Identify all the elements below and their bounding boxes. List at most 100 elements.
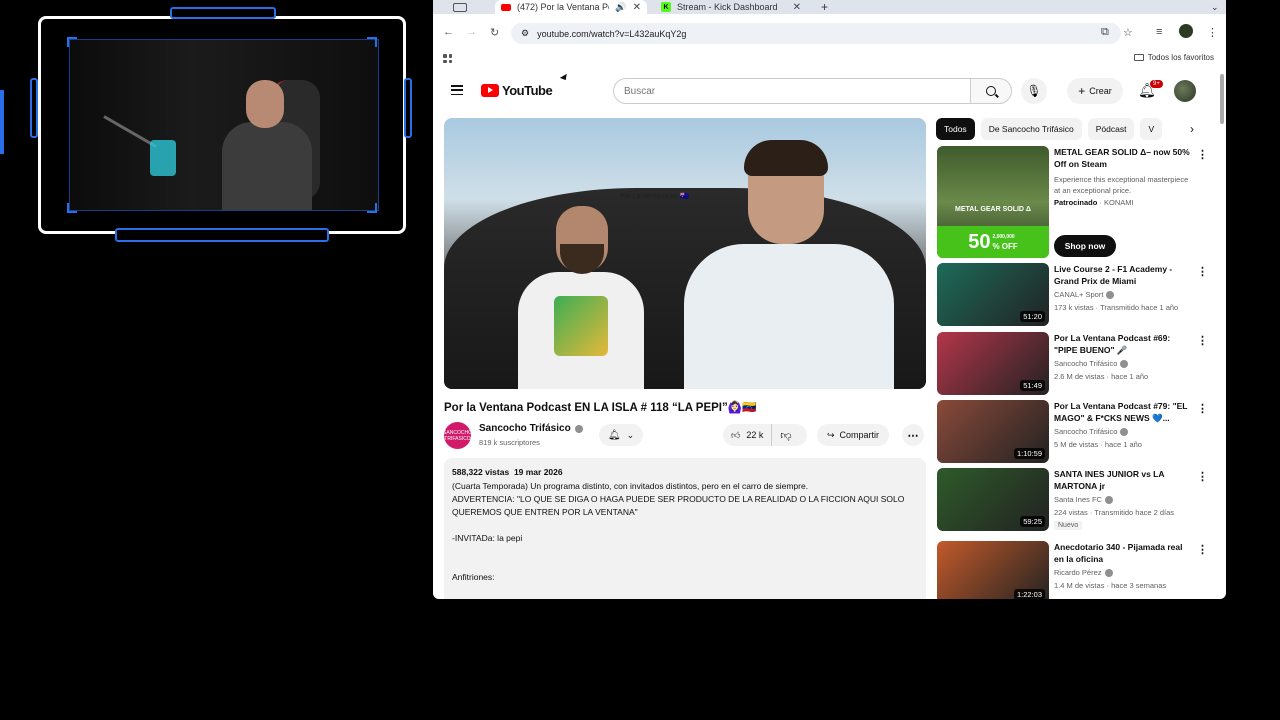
channel-avatar[interactable]: SANCOCHO TRIFASICO bbox=[443, 422, 472, 449]
ad-sponsor-line: Patrocinado · KONAMI bbox=[1054, 198, 1134, 207]
more-vertical-icon[interactable]: ⋮ bbox=[1197, 402, 1208, 415]
youtube-logo[interactable]: YouTube bbox=[481, 83, 553, 98]
bookmark-star-icon[interactable]: ☆ bbox=[1123, 26, 1133, 39]
recommended-channel[interactable]: Santa Ines FC bbox=[1054, 495, 1113, 504]
description-box[interactable]: 588,322 vistas 19 mar 2026 (Cuarta Tempo… bbox=[444, 458, 926, 599]
create-button[interactable]: + Crear bbox=[1067, 78, 1123, 104]
overlay-tab-bottom bbox=[115, 228, 329, 242]
chip-all[interactable]: Todos bbox=[936, 118, 975, 140]
thumbs-up-icon: 👍︎ bbox=[731, 429, 741, 440]
streamer bbox=[210, 70, 320, 210]
youtube-play-icon bbox=[481, 84, 499, 97]
recommended-channel[interactable]: Sancocho Trifásico bbox=[1054, 359, 1129, 368]
ad-thumbnail[interactable]: METAL GEAR SOLID Δ 50 2,000,000% OFF bbox=[937, 146, 1049, 258]
search-button[interactable] bbox=[970, 78, 1012, 104]
recommended-meta: 224 vistas · Transmitido hace 2 días bbox=[1054, 508, 1175, 517]
tab-list-chevron-icon[interactable]: ⌄ bbox=[1205, 0, 1223, 14]
close-icon[interactable]: ✕ bbox=[793, 2, 801, 13]
address-bar[interactable]: ⚙ youtube.com/watch?v=L432auKqY2g bbox=[511, 23, 1121, 44]
recommended-video[interactable]: 51:49 Por La Ventana Podcast #69: "PIPE B… bbox=[937, 332, 1208, 398]
chevron-right-icon[interactable]: › bbox=[1181, 118, 1203, 140]
recommended-title[interactable]: SANTA INES JUNIOR vs LA MARTONA jr bbox=[1054, 468, 1192, 492]
recommended-title[interactable]: Por La Ventana Podcast #69: "PIPE BUENO"… bbox=[1054, 332, 1192, 356]
apps-grid-icon[interactable] bbox=[443, 54, 452, 63]
microphone bbox=[150, 140, 176, 176]
video-thumbnail[interactable]: 51:49 bbox=[937, 332, 1049, 395]
channel-name[interactable]: Sancocho Trifásico bbox=[479, 423, 583, 434]
recommended-video[interactable]: 1:22:03 Anecdotario 340 - Pijamada real e… bbox=[937, 541, 1208, 599]
close-icon[interactable]: ✕ bbox=[633, 2, 641, 13]
profile-avatar[interactable] bbox=[1179, 24, 1193, 38]
screen: (472) Por la Ventana Podc 🔊 ✕ K Stream -… bbox=[0, 0, 1280, 720]
voice-search-button[interactable]: 🎙 bbox=[1021, 78, 1047, 104]
chevron-down-icon: ⌄ bbox=[626, 429, 635, 440]
dislike-button[interactable]: 👎︎ bbox=[772, 429, 799, 442]
ad-title[interactable]: METAL GEAR SOLID Δ– now 50% Off on Steam bbox=[1054, 146, 1192, 170]
thumbs-down-icon: 👎︎ bbox=[780, 429, 792, 442]
verified-icon bbox=[1120, 359, 1129, 368]
tab-search-button[interactable] bbox=[447, 0, 483, 14]
more-vertical-icon[interactable]: ⋮ bbox=[1197, 148, 1208, 161]
description-meta: 588,322 vistas 19 mar 2026 bbox=[452, 467, 563, 477]
recommended-title[interactable]: Anecdotario 340 - Pijamada real en la of… bbox=[1054, 541, 1192, 565]
account-avatar[interactable] bbox=[1174, 80, 1196, 102]
recommended-video[interactable]: 51:20 Live Course 2 - F1 Academy - Grand … bbox=[937, 263, 1208, 329]
search-input[interactable] bbox=[624, 85, 970, 97]
chip-more[interactable]: V bbox=[1140, 118, 1163, 140]
forward-arrow-icon[interactable]: → bbox=[466, 26, 477, 38]
subscription-button[interactable]: 🔔︎ ⌄ bbox=[599, 424, 643, 446]
more-actions-button[interactable]: ⋯ bbox=[902, 424, 924, 446]
video-title: Por la Ventana Podcast EN LA ISLA # 118 … bbox=[444, 402, 757, 414]
chip-channel[interactable]: De Sancocho Trifásico bbox=[980, 118, 1082, 140]
recommended-title[interactable]: Por La Ventana Podcast #79: "EL MAGO" & … bbox=[1054, 400, 1192, 424]
video-thumbnail[interactable]: 59:25 bbox=[937, 468, 1049, 531]
recommended-channel[interactable]: CANAL+ Sport bbox=[1054, 290, 1115, 299]
share-button[interactable]: ↪ Compartir bbox=[817, 424, 889, 446]
sponsored-ad[interactable]: METAL GEAR SOLID Δ 50 2,000,000% OFF MET… bbox=[937, 146, 1208, 260]
share-arrow-icon: ↪ bbox=[826, 429, 835, 440]
like-button[interactable]: 👍︎ 22 k bbox=[723, 424, 773, 446]
media-controls-icon[interactable]: ≡ bbox=[1156, 26, 1162, 38]
verified-icon bbox=[1104, 495, 1113, 504]
more-horizontal-icon: ⋯ bbox=[907, 429, 919, 442]
bookmarks-folder[interactable]: Todos los favoritos bbox=[1133, 53, 1214, 62]
speaker-icon[interactable]: 🔊 bbox=[615, 2, 626, 13]
description-line: Anfitriones: bbox=[452, 572, 495, 582]
video-duration: 51:49 bbox=[1020, 380, 1045, 391]
install-app-icon[interactable]: ⧉ bbox=[1101, 26, 1109, 39]
recommended-video[interactable]: 1:10:59 Por La Ventana Podcast #79: "EL M… bbox=[937, 400, 1208, 466]
site-settings-icon[interactable]: ⚙ bbox=[521, 28, 529, 39]
back-arrow-icon[interactable]: ← bbox=[443, 26, 454, 38]
host-right bbox=[684, 140, 894, 389]
chip-podcast[interactable]: Pódcast bbox=[1087, 118, 1135, 140]
new-tab-button[interactable]: + bbox=[815, 0, 835, 14]
more-vertical-icon[interactable]: ⋮ bbox=[1197, 543, 1208, 556]
video-caption: Por La Ventana en 🇦🇺 bbox=[620, 193, 689, 200]
frame-corner bbox=[67, 37, 77, 47]
notification-badge: 9+ bbox=[1150, 80, 1163, 88]
ad-discount-band: 50 2,000,000% OFF bbox=[937, 226, 1049, 258]
recommended-title[interactable]: Live Course 2 - F1 Academy - Grand Prix … bbox=[1054, 263, 1192, 287]
verified-icon bbox=[574, 424, 583, 433]
more-vertical-icon[interactable]: ⋮ bbox=[1197, 265, 1208, 278]
video-thumbnail[interactable]: 51:20 bbox=[937, 263, 1049, 326]
recommended-video[interactable]: 59:25 SANTA INES JUNIOR vs LA MARTONA jr ⋮… bbox=[937, 468, 1208, 534]
video-thumbnail[interactable]: 1:10:59 bbox=[937, 400, 1049, 463]
video-duration: 59:25 bbox=[1020, 516, 1045, 527]
more-vertical-icon[interactable]: ⋮ bbox=[1197, 334, 1208, 347]
more-vertical-icon[interactable]: ⋮ bbox=[1197, 470, 1208, 483]
video-thumbnail[interactable]: 1:22:03 bbox=[937, 541, 1049, 599]
menu-icon[interactable] bbox=[451, 85, 463, 95]
tab-youtube[interactable]: (472) Por la Ventana Podc 🔊 ✕ bbox=[495, 0, 647, 14]
search-box[interactable] bbox=[613, 78, 971, 104]
video-player[interactable]: Por La Ventana en 🇦🇺 bbox=[444, 118, 926, 389]
reload-icon[interactable]: ↻ bbox=[490, 26, 499, 39]
recommended-channel[interactable]: Sancocho Trifásico bbox=[1054, 427, 1129, 436]
tab-kick[interactable]: K Stream - Kick Dashboard ✕ bbox=[655, 0, 807, 14]
mic-arm bbox=[103, 115, 157, 148]
recommended-channel[interactable]: Ricardo Pérez bbox=[1054, 568, 1113, 577]
host-left bbox=[518, 206, 644, 389]
shop-now-button[interactable]: Shop now bbox=[1054, 235, 1116, 257]
browser-menu-icon[interactable]: ⋮ bbox=[1207, 26, 1218, 39]
recommended-meta: 173 k vistas · Transmitido hace 1 año bbox=[1054, 303, 1179, 312]
